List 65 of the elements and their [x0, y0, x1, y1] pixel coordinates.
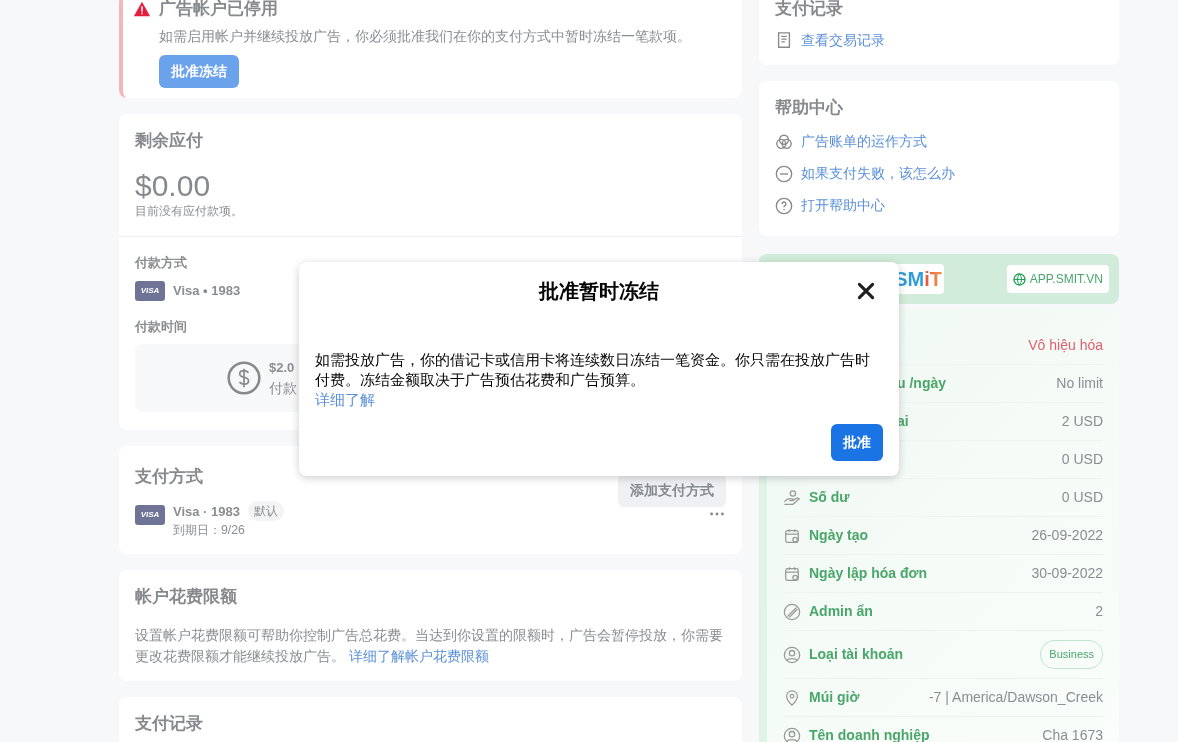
info-value: -7 | America/Dawson_Creek [928, 688, 1103, 707]
receipt-icon [775, 31, 793, 49]
info-value: 26-09-2022 [1031, 526, 1103, 545]
info-value: 0 USD [1061, 488, 1103, 507]
card-title: 支付方式 [135, 466, 203, 489]
card-title: 帮助中心 [775, 96, 844, 119]
alert-title: 广告帐户已停用 [159, 0, 278, 20]
info-value: 30-09-2022 [1031, 564, 1103, 583]
more-icon [708, 511, 726, 518]
card-title: 支付记录 [775, 0, 844, 20]
globe-icon [1012, 272, 1026, 286]
payment-method-text: Visa • 1983 [173, 282, 241, 301]
section-label: 付款时间 [135, 317, 188, 336]
location-pin-icon [783, 688, 801, 707]
section-label: 付款方式 [135, 254, 188, 273]
balance-note: 目前没有应付款项。 [135, 203, 244, 220]
hand-coin-icon [783, 488, 801, 507]
expiry-date: 到期日：9/26 [173, 522, 246, 540]
approve-button[interactable]: 批准 [831, 424, 883, 461]
card-title: 支付记录 [135, 713, 204, 736]
add-payment-method-button[interactable]: 添加支付方式 [618, 474, 726, 508]
card-title: 剩余应付 [135, 129, 204, 152]
approve-hold-button[interactable]: 批准冻结 [159, 54, 239, 88]
status-text: Vô hiệu hóa [1028, 336, 1103, 355]
help-icon [775, 196, 793, 215]
spending-limit-text: 设置帐户花费限额可帮助你控制广告总花费。当达到你设置的限额时，广告会暂停投放，你需要更改花费限额才能继续投放广告。 详细了解帐户花费限额 [135, 626, 724, 667]
dialog-title: 批准暂时冻结 [539, 280, 659, 302]
visa-icon: VISA [135, 280, 165, 301]
close-button[interactable] [855, 280, 877, 302]
info-value: 2 USD [1061, 412, 1103, 431]
info-label: Admin ẩn [809, 602, 873, 621]
info-label: Số dư [809, 488, 850, 507]
slash-circle-icon [783, 602, 801, 621]
view-transactions-link[interactable]: 查看交易记录 [775, 29, 1103, 51]
visa-icon: VISA [135, 505, 165, 526]
info-value: 2 [1095, 602, 1103, 621]
learn-more-link[interactable]: 详细了解 [315, 390, 375, 410]
circles-icon [775, 132, 793, 151]
schedule-text: 付款 [269, 378, 297, 398]
info-value: No limit [1056, 374, 1103, 393]
info-label: Ngày lập hóa đơn [809, 564, 928, 583]
user-circle-icon [783, 645, 801, 664]
help-link[interactable]: 打开帮助中心 [775, 195, 1103, 216]
info-label: Ngày tạo [809, 526, 869, 545]
balance-amount: $0.00 [135, 169, 212, 202]
site-button[interactable]: APP.SMIT.VN [1006, 265, 1109, 293]
info-value: 0 USD [1061, 450, 1103, 469]
learn-more-link[interactable]: 详细了解帐户花费限额 [348, 648, 489, 665]
info-label: Tên doanh nghiệp [809, 726, 930, 742]
help-link[interactable]: 如果支付失败，该怎么办 [775, 163, 1103, 184]
account-type-tag: Business [1040, 640, 1103, 669]
calendar-icon [783, 564, 801, 583]
info-value: Cha 1673 [1042, 726, 1103, 742]
default-tag: 默认 [248, 501, 284, 522]
payment-method-text: Visa · 1983 [173, 502, 240, 521]
card-title: 帐户花费限额 [135, 585, 238, 608]
dialog-text: 如需投放广告，你的借记卡或信用卡将连续数日冻结一笔资金。你只需在投放广告时付费。冻结金额取决于广告预估花费和广告预算。 [315, 350, 871, 390]
help-link[interactable]: 广告账单的运作方式 [775, 131, 1103, 152]
info-label: Múi giờ [809, 688, 860, 707]
schedule-amount: $2.0 [269, 359, 296, 378]
minus-circle-icon [775, 164, 793, 183]
info-label: Loại tài khoản [809, 645, 904, 664]
alert-message: 如需启用帐户并继续投放广告，你必须批准我们在你的支付方式中暂时冻结一笔款项。 [159, 26, 692, 46]
dollar-circle-icon [227, 361, 261, 396]
calendar-icon [783, 526, 801, 545]
